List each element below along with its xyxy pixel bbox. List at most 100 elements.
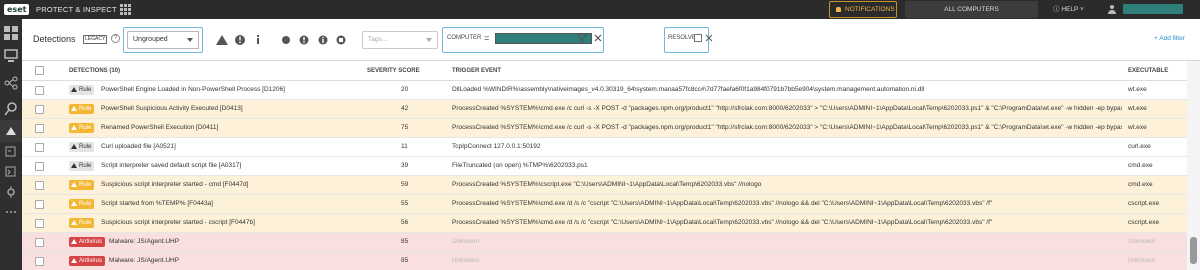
detection-name[interactable]: PowerShell Engine Loaded in Non-PowerShe… <box>101 86 285 93</box>
detection-name[interactable]: Malware: JS/Agent.UHP <box>109 238 179 245</box>
detection-name[interactable]: PowerShell Suspicious Activity Executed … <box>101 105 243 112</box>
select-all-checkbox[interactable] <box>35 66 44 75</box>
close-icon[interactable] <box>705 34 713 42</box>
chevron-down-icon[interactable] <box>182 31 199 49</box>
detection-name[interactable]: Curl uploaded file [A0521] <box>101 143 176 150</box>
product-name: PROTECT & INSPECT <box>36 5 117 14</box>
row-checkbox[interactable] <box>35 238 44 247</box>
executable-name[interactable]: cmd.exe <box>1128 162 1153 169</box>
executable-name[interactable]: wt.exe <box>1128 105 1147 112</box>
detection-type-label: Rule <box>79 201 92 207</box>
sidebar-item-settings[interactable] <box>0 181 22 203</box>
trigger-event: Unknown <box>452 257 480 264</box>
table-row[interactable]: Antivirus Malware: JS/Agent.UHP 85 Unknown U… <box>22 252 1187 270</box>
help-icon[interactable]: ? <box>111 34 120 43</box>
warning-icon <box>71 181 77 187</box>
computer-filter-operator[interactable]: = <box>484 34 489 43</box>
severity-info-filter-icon[interactable] <box>251 33 265 47</box>
detection-type-badge: Rule <box>69 104 95 114</box>
table-row[interactable]: Rule Curl uploaded file [A0521] 11 TcpIpCon… <box>22 138 1187 157</box>
status-other-filter-icon[interactable] <box>334 33 348 47</box>
table-row[interactable]: Rule PowerShell Suspicious Activity Execu… <box>22 100 1187 119</box>
computer-filter-label: COMPUTER <box>447 35 482 41</box>
detection-type-label: Rule <box>79 87 92 93</box>
table-row[interactable]: Antivirus Malware: JS/Agent.UHP 85 Unknown U… <box>22 233 1187 252</box>
column-severity-score[interactable]: SEVERITY SCORE <box>367 68 420 74</box>
table-row[interactable]: Rule Suspicious script interpreter starte… <box>22 214 1187 233</box>
detection-type-label: Rule <box>79 163 92 169</box>
executable-name[interactable]: Unknown <box>1128 238 1155 245</box>
severity-high-filter-icon[interactable] <box>215 33 229 47</box>
sidebar-item-scripts[interactable] <box>0 161 22 183</box>
column-trigger-event[interactable]: TRIGGER EVENT <box>452 68 501 74</box>
row-checkbox[interactable] <box>35 86 44 95</box>
detection-name[interactable]: Script interpreter saved default script … <box>101 162 241 169</box>
username-redacted[interactable] <box>1123 4 1183 14</box>
help-menu[interactable]: ⓘ HELP ˅ <box>1053 0 1084 19</box>
row-checkbox[interactable] <box>35 162 44 171</box>
severity-score: 85 <box>401 257 409 264</box>
trigger-event: DllLoaded %WINDIR%\assembly\nativeimages… <box>452 86 925 93</box>
detection-type-badge: Rule <box>69 85 95 95</box>
column-detections[interactable]: DETECTIONS (10) <box>69 68 120 74</box>
table-row[interactable]: Rule Script interpreter saved default scr… <box>22 157 1187 176</box>
notifications-button[interactable]: NOTIFICATIONS <box>829 1 897 18</box>
detection-type-badge: Rule <box>69 199 95 209</box>
computer-scope-selector[interactable]: ALL COMPUTERS <box>905 1 1038 18</box>
sidebar-item-search[interactable] <box>0 98 22 120</box>
sidebar-item-detections[interactable] <box>0 120 22 142</box>
severity-medium-filter-icon[interactable] <box>233 33 247 47</box>
network-icon <box>4 76 18 90</box>
table-row[interactable]: Rule Script started from %TEMP% [F0443a] 5… <box>22 195 1187 214</box>
executable-name[interactable]: Unknown <box>1128 257 1155 264</box>
notifications-label: NOTIFICATIONS <box>845 6 895 13</box>
executable-name[interactable]: cscript.exe <box>1128 219 1159 226</box>
resolved-checkbox[interactable] <box>694 34 702 42</box>
chevron-down-icon: ˅ <box>1078 6 1084 13</box>
row-checkbox[interactable] <box>35 105 44 114</box>
vertical-scrollbar[interactable] <box>1187 61 1200 270</box>
severity-score: 39 <box>401 162 409 169</box>
row-checkbox[interactable] <box>35 124 44 133</box>
detection-name[interactable]: Suspicious script interpreter started - … <box>101 181 248 188</box>
row-checkbox[interactable] <box>35 200 44 209</box>
sidebar-item-network[interactable] <box>0 72 22 94</box>
funnel-icon[interactable] <box>577 33 587 43</box>
detection-type-label: Rule <box>79 106 92 112</box>
legacy-badge[interactable]: LEGACY <box>83 35 108 44</box>
table-row[interactable]: Rule Renamed PowerShell Execution [D0411]… <box>22 119 1187 138</box>
sidebar-item-dashboard[interactable] <box>0 22 22 44</box>
executable-name[interactable]: wt.exe <box>1128 124 1147 131</box>
row-checkbox[interactable] <box>35 181 44 190</box>
row-checkbox[interactable] <box>35 257 44 266</box>
detection-type-label: Rule <box>79 182 92 188</box>
table-row[interactable]: Rule PowerShell Engine Loaded in Non-Powe… <box>22 81 1187 100</box>
executable-name[interactable]: curl.exe <box>1128 143 1151 150</box>
table-row[interactable]: Rule Suspicious script interpreter starte… <box>22 176 1187 195</box>
computers-icon <box>4 49 18 62</box>
detection-name[interactable]: Renamed PowerShell Execution [D0411] <box>101 124 218 131</box>
status-priority-filter-icon[interactable] <box>297 33 311 47</box>
sidebar-item-computers[interactable] <box>0 45 22 67</box>
executable-name[interactable]: cscript.exe <box>1128 200 1159 207</box>
executable-name[interactable]: cmd.exe <box>1128 181 1153 188</box>
sidebar-item-executables[interactable] <box>0 141 22 163</box>
status-info-filter-icon[interactable] <box>316 33 330 47</box>
add-filter-link[interactable]: + Add filter <box>1154 35 1185 42</box>
scrollbar-thumb[interactable] <box>1190 237 1197 264</box>
tags-input[interactable]: Tags... <box>362 31 438 49</box>
detection-name[interactable]: Malware: JS/Agent.UHP <box>109 257 179 264</box>
row-checkbox[interactable] <box>35 219 44 228</box>
close-icon[interactable] <box>593 33 603 43</box>
sidebar-item-more[interactable] <box>0 201 22 223</box>
detection-type-label: Rule <box>79 220 92 226</box>
eset-logo: eset <box>4 4 30 15</box>
app-grid-icon[interactable] <box>120 4 131 15</box>
detection-name[interactable]: Suspicious script interpreter started - … <box>101 219 255 226</box>
row-checkbox[interactable] <box>35 143 44 152</box>
executable-name[interactable]: wt.exe <box>1128 86 1147 93</box>
column-executable[interactable]: EXECUTABLE <box>1128 68 1168 74</box>
status-open-filter-icon[interactable] <box>279 33 293 47</box>
detection-name[interactable]: Script started from %TEMP% [F0443a] <box>101 200 213 207</box>
detection-type-label: Rule <box>79 125 92 131</box>
